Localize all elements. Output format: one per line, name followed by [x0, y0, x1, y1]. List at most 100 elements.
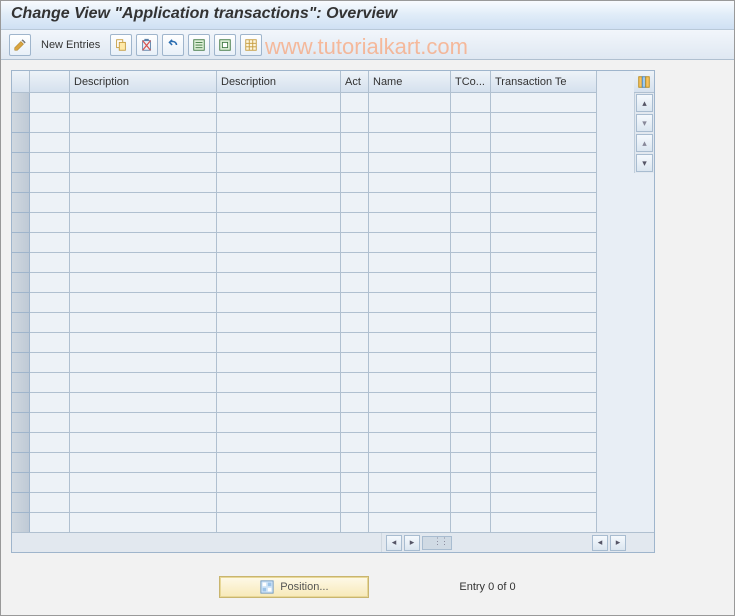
cell[interactable] [491, 293, 597, 313]
cell[interactable] [341, 453, 369, 473]
cell[interactable] [451, 213, 491, 233]
row-selector[interactable] [12, 153, 30, 173]
cell[interactable] [70, 453, 217, 473]
row-selector[interactable] [12, 133, 30, 153]
deselect-all-button[interactable] [214, 34, 236, 56]
cell[interactable] [30, 433, 70, 453]
cell[interactable] [451, 273, 491, 293]
cell[interactable] [491, 513, 597, 532]
row-selector[interactable] [12, 453, 30, 473]
cell[interactable] [217, 173, 341, 193]
cell[interactable] [30, 313, 70, 333]
row-selector[interactable] [12, 293, 30, 313]
cell[interactable] [30, 113, 70, 133]
column-header-blank[interactable] [30, 71, 70, 93]
cell[interactable] [369, 293, 451, 313]
new-entries-button[interactable]: New Entries [35, 37, 106, 53]
cell[interactable] [30, 473, 70, 493]
cell[interactable] [451, 353, 491, 373]
cell[interactable] [341, 153, 369, 173]
cell[interactable] [491, 233, 597, 253]
cell[interactable] [70, 353, 217, 373]
cell[interactable] [70, 513, 217, 532]
cell[interactable] [451, 493, 491, 513]
cell[interactable] [217, 113, 341, 133]
vertical-scrollbar[interactable]: ▴ ▾ ▴ ▾ [634, 93, 654, 173]
column-header-description-1[interactable]: Description [70, 71, 217, 93]
cell[interactable] [369, 173, 451, 193]
cell[interactable] [217, 233, 341, 253]
cell[interactable] [341, 433, 369, 453]
cell[interactable] [369, 193, 451, 213]
cell[interactable] [451, 413, 491, 433]
position-button[interactable]: Position... [219, 576, 369, 598]
cell[interactable] [369, 373, 451, 393]
cell[interactable] [369, 353, 451, 373]
cell[interactable] [217, 413, 341, 433]
cell[interactable] [491, 453, 597, 473]
column-header-transaction-text[interactable]: Transaction Te [491, 71, 597, 93]
cell[interactable] [451, 153, 491, 173]
cell[interactable] [341, 473, 369, 493]
cell[interactable] [30, 173, 70, 193]
cell[interactable] [491, 113, 597, 133]
cell[interactable] [491, 353, 597, 373]
cell[interactable] [70, 313, 217, 333]
row-selector[interactable] [12, 113, 30, 133]
cell[interactable] [217, 433, 341, 453]
cell[interactable] [217, 93, 341, 113]
cell[interactable] [451, 253, 491, 273]
cell[interactable] [491, 253, 597, 273]
cell[interactable] [491, 93, 597, 113]
cell[interactable] [30, 153, 70, 173]
cell[interactable] [451, 113, 491, 133]
cell[interactable] [451, 133, 491, 153]
cell[interactable] [369, 93, 451, 113]
cell[interactable] [369, 233, 451, 253]
cell[interactable] [217, 453, 341, 473]
cell[interactable] [369, 393, 451, 413]
hscroll-right-button[interactable]: ▸ [404, 535, 420, 551]
cell[interactable] [217, 373, 341, 393]
row-selector[interactable] [12, 93, 30, 113]
cell[interactable] [217, 473, 341, 493]
cell[interactable] [491, 393, 597, 413]
cell[interactable] [491, 313, 597, 333]
cell[interactable] [451, 93, 491, 113]
cell[interactable] [70, 93, 217, 113]
cell[interactable] [369, 413, 451, 433]
cell[interactable] [217, 253, 341, 273]
row-selector[interactable] [12, 333, 30, 353]
cell[interactable] [369, 133, 451, 153]
cell[interactable] [491, 193, 597, 213]
cell[interactable] [217, 213, 341, 233]
cell[interactable] [30, 393, 70, 413]
cell[interactable] [217, 193, 341, 213]
row-selector[interactable] [12, 393, 30, 413]
cell[interactable] [491, 213, 597, 233]
delete-button[interactable] [136, 34, 158, 56]
row-selector[interactable] [12, 213, 30, 233]
row-selector[interactable] [12, 253, 30, 273]
cell[interactable] [217, 393, 341, 413]
hscroll-right-2-button[interactable]: ▸ [610, 535, 626, 551]
cell[interactable] [217, 513, 341, 532]
print-button[interactable] [240, 34, 262, 56]
cell[interactable] [30, 213, 70, 233]
cell[interactable] [217, 293, 341, 313]
cell[interactable] [369, 253, 451, 273]
cell[interactable] [341, 393, 369, 413]
cell[interactable] [217, 153, 341, 173]
cell[interactable] [491, 273, 597, 293]
cell[interactable] [341, 373, 369, 393]
row-selector[interactable] [12, 173, 30, 193]
cell[interactable] [451, 333, 491, 353]
cell[interactable] [341, 233, 369, 253]
cell[interactable] [451, 433, 491, 453]
cell[interactable] [369, 213, 451, 233]
cell[interactable] [341, 293, 369, 313]
cell[interactable] [369, 513, 451, 532]
cell[interactable] [369, 313, 451, 333]
hscroll-thumb[interactable] [422, 536, 452, 550]
cell[interactable] [341, 133, 369, 153]
